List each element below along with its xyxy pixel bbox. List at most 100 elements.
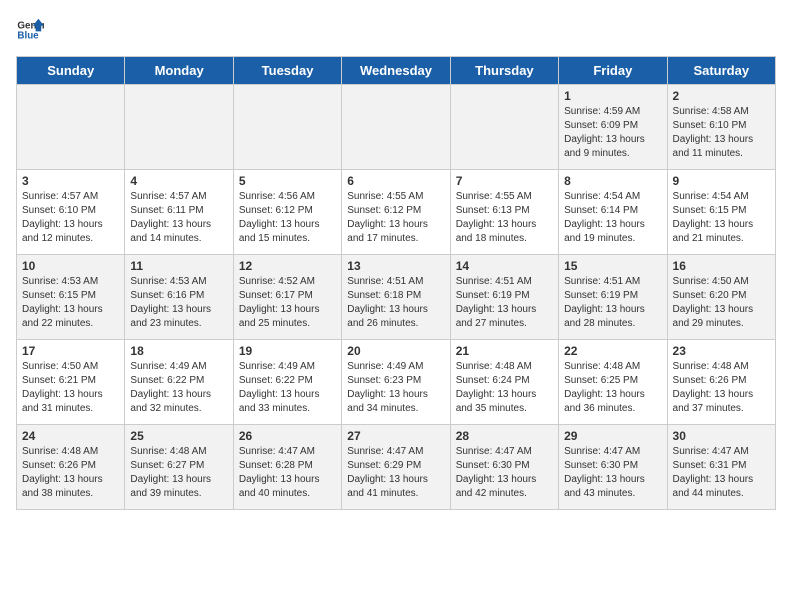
day-number: 23 — [673, 344, 770, 358]
day-number: 29 — [564, 429, 661, 443]
day-cell: 24 Sunrise: 4:48 AM Sunset: 6:26 PM Dayli… — [17, 425, 125, 510]
day-number: 4 — [130, 174, 227, 188]
calendar-header-row: Sunday Monday Tuesday Wednesday Thursday… — [17, 57, 776, 85]
day-info: Sunrise: 4:58 AM Sunset: 6:10 PM Dayligh… — [673, 105, 770, 161]
day-info: Sunrise: 4:47 AM Sunset: 6:29 PM Dayligh… — [347, 445, 444, 501]
day-info: Sunrise: 4:57 AM Sunset: 6:11 PM Dayligh… — [130, 190, 227, 246]
day-info: Sunrise: 4:53 AM Sunset: 6:15 PM Dayligh… — [22, 275, 119, 331]
day-number: 10 — [22, 259, 119, 273]
day-number: 15 — [564, 259, 661, 273]
day-info: Sunrise: 4:54 AM Sunset: 6:15 PM Dayligh… — [673, 190, 770, 246]
day-number: 5 — [239, 174, 336, 188]
day-number: 11 — [130, 259, 227, 273]
calendar-table: Sunday Monday Tuesday Wednesday Thursday… — [16, 56, 776, 510]
col-monday: Monday — [125, 57, 233, 85]
day-number: 3 — [22, 174, 119, 188]
day-cell: 19 Sunrise: 4:49 AM Sunset: 6:22 PM Dayli… — [233, 340, 341, 425]
day-cell: 7 Sunrise: 4:55 AM Sunset: 6:13 PM Daylig… — [450, 170, 558, 255]
day-info: Sunrise: 4:54 AM Sunset: 6:14 PM Dayligh… — [564, 190, 661, 246]
day-number: 1 — [564, 89, 661, 103]
day-info: Sunrise: 4:49 AM Sunset: 6:22 PM Dayligh… — [239, 360, 336, 416]
day-cell: 25Sunrise: 4:48 AM Sunset: 6:27 PM Dayli… — [125, 425, 233, 510]
week-row-1: 1 Sunrise: 4:59 AM Sunset: 6:09 PM Daylig… — [17, 85, 776, 170]
day-info: Sunrise: 4:56 AM Sunset: 6:12 PM Dayligh… — [239, 190, 336, 246]
day-info: Sunrise: 4:50 AM Sunset: 6:20 PM Dayligh… — [673, 275, 770, 331]
week-row-3: 10 Sunrise: 4:53 AM Sunset: 6:15 PM Dayli… — [17, 255, 776, 340]
day-info: Sunrise: 4:59 AM Sunset: 6:09 PM Dayligh… — [564, 105, 661, 161]
day-cell: 17 Sunrise: 4:50 AM Sunset: 6:21 PM Dayli… — [17, 340, 125, 425]
day-cell: 12 Sunrise: 4:52 AM Sunset: 6:17 PM Dayli… — [233, 255, 341, 340]
week-row-5: 24 Sunrise: 4:48 AM Sunset: 6:26 PM Dayli… — [17, 425, 776, 510]
day-number: 8 — [564, 174, 661, 188]
day-cell: 1 Sunrise: 4:59 AM Sunset: 6:09 PM Daylig… — [559, 85, 667, 170]
day-number: 19 — [239, 344, 336, 358]
col-wednesday: Wednesday — [342, 57, 450, 85]
calendar-body: 1 Sunrise: 4:59 AM Sunset: 6:09 PM Daylig… — [17, 85, 776, 510]
day-cell: 8 Sunrise: 4:54 AM Sunset: 6:14 PM Daylig… — [559, 170, 667, 255]
day-info: Sunrise: 4:53 AM Sunset: 6:16 PM Dayligh… — [130, 275, 227, 331]
day-cell: 9Sunrise: 4:54 AM Sunset: 6:15 PM Daylig… — [667, 170, 775, 255]
day-info: Sunrise: 4:47 AM Sunset: 6:30 PM Dayligh… — [564, 445, 661, 501]
day-number: 2 — [673, 89, 770, 103]
day-cell: 30Sunrise: 4:47 AM Sunset: 6:31 PM Dayli… — [667, 425, 775, 510]
day-info: Sunrise: 4:55 AM Sunset: 6:13 PM Dayligh… — [456, 190, 553, 246]
day-number: 16 — [673, 259, 770, 273]
day-info: Sunrise: 4:51 AM Sunset: 6:19 PM Dayligh… — [564, 275, 661, 331]
col-thursday: Thursday — [450, 57, 558, 85]
day-info: Sunrise: 4:47 AM Sunset: 6:31 PM Dayligh… — [673, 445, 770, 501]
day-number: 20 — [347, 344, 444, 358]
day-info: Sunrise: 4:55 AM Sunset: 6:12 PM Dayligh… — [347, 190, 444, 246]
day-number: 28 — [456, 429, 553, 443]
day-info: Sunrise: 4:52 AM Sunset: 6:17 PM Dayligh… — [239, 275, 336, 331]
day-cell: 4 Sunrise: 4:57 AM Sunset: 6:11 PM Daylig… — [125, 170, 233, 255]
logo: General Blue — [16, 16, 44, 44]
day-cell: 20Sunrise: 4:49 AM Sunset: 6:23 PM Dayli… — [342, 340, 450, 425]
day-cell: 26 Sunrise: 4:47 AM Sunset: 6:28 PM Dayli… — [233, 425, 341, 510]
day-number: 7 — [456, 174, 553, 188]
day-cell: 23 Sunrise: 4:48 AM Sunset: 6:26 PM Dayli… — [667, 340, 775, 425]
day-cell: 5 Sunrise: 4:56 AM Sunset: 6:12 PM Daylig… — [233, 170, 341, 255]
day-number: 27 — [347, 429, 444, 443]
day-cell: 13 Sunrise: 4:51 AM Sunset: 6:18 PM Dayli… — [342, 255, 450, 340]
day-cell — [125, 85, 233, 170]
day-number: 12 — [239, 259, 336, 273]
day-info: Sunrise: 4:48 AM Sunset: 6:26 PM Dayligh… — [22, 445, 119, 501]
day-cell: 14Sunrise: 4:51 AM Sunset: 6:19 PM Dayli… — [450, 255, 558, 340]
day-number: 24 — [22, 429, 119, 443]
col-sunday: Sunday — [17, 57, 125, 85]
day-cell — [233, 85, 341, 170]
day-info: Sunrise: 4:48 AM Sunset: 6:24 PM Dayligh… — [456, 360, 553, 416]
day-cell: 6Sunrise: 4:55 AM Sunset: 6:12 PM Daylig… — [342, 170, 450, 255]
header: General Blue — [16, 16, 776, 44]
day-info: Sunrise: 4:48 AM Sunset: 6:27 PM Dayligh… — [130, 445, 227, 501]
week-row-4: 17 Sunrise: 4:50 AM Sunset: 6:21 PM Dayli… — [17, 340, 776, 425]
generalblue-icon: General Blue — [16, 16, 44, 44]
day-cell: 18Sunrise: 4:49 AM Sunset: 6:22 PM Dayli… — [125, 340, 233, 425]
day-number: 26 — [239, 429, 336, 443]
day-cell: 16 Sunrise: 4:50 AM Sunset: 6:20 PM Dayli… — [667, 255, 775, 340]
day-info: Sunrise: 4:50 AM Sunset: 6:21 PM Dayligh… — [22, 360, 119, 416]
day-cell — [450, 85, 558, 170]
day-info: Sunrise: 4:57 AM Sunset: 6:10 PM Dayligh… — [22, 190, 119, 246]
day-info: Sunrise: 4:47 AM Sunset: 6:30 PM Dayligh… — [456, 445, 553, 501]
day-cell: 27 Sunrise: 4:47 AM Sunset: 6:29 PM Dayli… — [342, 425, 450, 510]
day-cell: 28 Sunrise: 4:47 AM Sunset: 6:30 PM Dayli… — [450, 425, 558, 510]
day-cell — [342, 85, 450, 170]
day-cell: 2 Sunrise: 4:58 AM Sunset: 6:10 PM Daylig… — [667, 85, 775, 170]
day-number: 21 — [456, 344, 553, 358]
day-info: Sunrise: 4:47 AM Sunset: 6:28 PM Dayligh… — [239, 445, 336, 501]
day-number: 14 — [456, 259, 553, 273]
day-number: 13 — [347, 259, 444, 273]
day-cell: 15 Sunrise: 4:51 AM Sunset: 6:19 PM Dayli… — [559, 255, 667, 340]
day-info: Sunrise: 4:48 AM Sunset: 6:25 PM Dayligh… — [564, 360, 661, 416]
col-tuesday: Tuesday — [233, 57, 341, 85]
day-info: Sunrise: 4:48 AM Sunset: 6:26 PM Dayligh… — [673, 360, 770, 416]
day-number: 18 — [130, 344, 227, 358]
day-cell: 21 Sunrise: 4:48 AM Sunset: 6:24 PM Dayli… — [450, 340, 558, 425]
day-cell: 22Sunrise: 4:48 AM Sunset: 6:25 PM Dayli… — [559, 340, 667, 425]
col-friday: Friday — [559, 57, 667, 85]
day-info: Sunrise: 4:51 AM Sunset: 6:18 PM Dayligh… — [347, 275, 444, 331]
day-cell: 3 Sunrise: 4:57 AM Sunset: 6:10 PM Daylig… — [17, 170, 125, 255]
day-cell: 10 Sunrise: 4:53 AM Sunset: 6:15 PM Dayli… — [17, 255, 125, 340]
day-number: 17 — [22, 344, 119, 358]
